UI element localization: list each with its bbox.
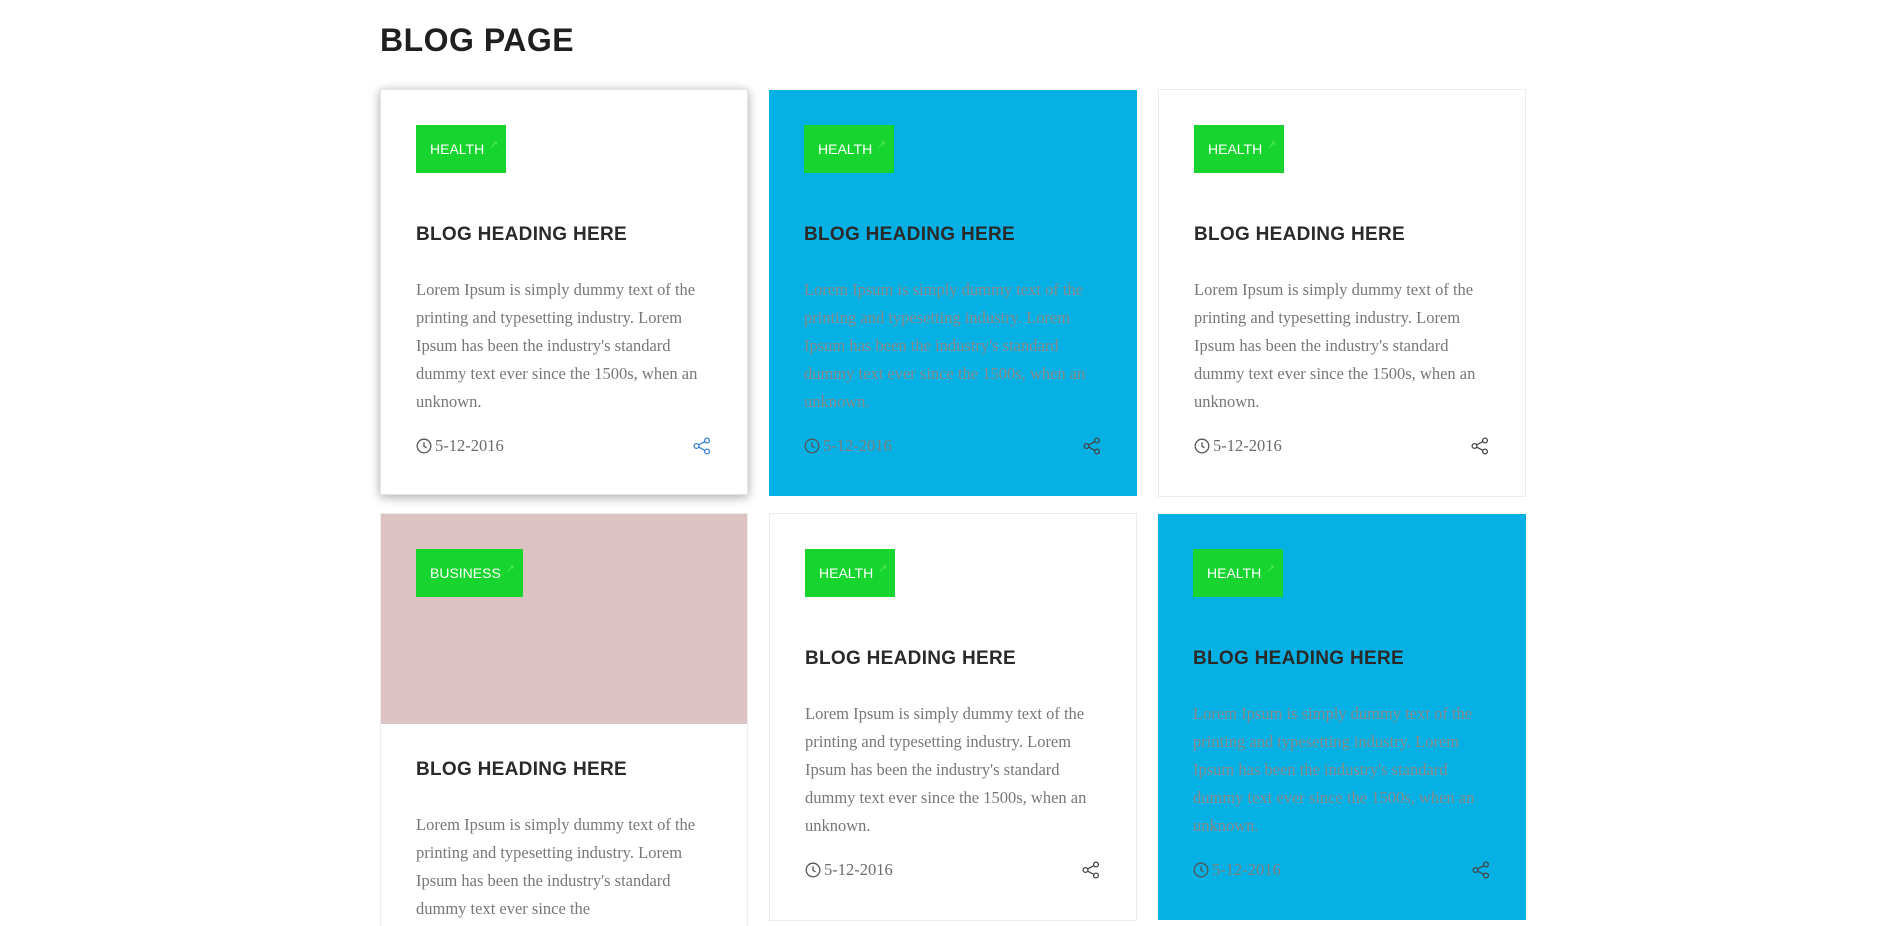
tag-label: HEALTH bbox=[1207, 565, 1262, 581]
card-excerpt: Lorem Ipsum is simply dummy text of the … bbox=[416, 280, 698, 411]
tag-arrow-icon: ↗ bbox=[1265, 563, 1276, 575]
blog-card[interactable]: BUSINESS ↗ BLOG HEADING HERE Lorem Ipsum … bbox=[380, 513, 748, 926]
clock-icon bbox=[1193, 862, 1209, 878]
post-date: 5-12-2016 bbox=[416, 434, 504, 458]
card-heading[interactable]: BLOG HEADING HERE bbox=[416, 759, 627, 781]
card-heading[interactable]: BLOG HEADING HERE bbox=[1194, 224, 1405, 246]
category-tag[interactable]: HEALTH ↗ bbox=[1193, 549, 1284, 597]
card-heading[interactable]: BLOG HEADING HERE bbox=[805, 648, 1016, 670]
tag-arrow-icon: ↗ bbox=[876, 139, 887, 151]
card-excerpt: Lorem Ipsum is simply dummy text of the … bbox=[804, 280, 1086, 411]
card-meta: 5-12-2016 bbox=[1194, 434, 1490, 458]
share-icon[interactable] bbox=[692, 436, 712, 456]
tag-label: HEALTH bbox=[1208, 141, 1263, 157]
card-excerpt: Lorem Ipsum is simply dummy text of the … bbox=[1194, 280, 1476, 411]
card-meta: 5-12-2016 bbox=[804, 434, 1102, 458]
blog-card[interactable]: HEALTH ↗ BLOG HEADING HERE Lorem Ipsum is… bbox=[1158, 514, 1526, 920]
card-heading[interactable]: BLOG HEADING HERE bbox=[804, 224, 1015, 246]
tag-arrow-icon: ↗ bbox=[488, 139, 499, 151]
tag-arrow-icon: ↗ bbox=[877, 563, 888, 575]
card-excerpt: Lorem Ipsum is simply dummy text of the … bbox=[1193, 704, 1475, 835]
share-icon[interactable] bbox=[1470, 436, 1490, 456]
category-tag[interactable]: HEALTH ↗ bbox=[1194, 125, 1285, 173]
category-tag[interactable]: HEALTH ↗ bbox=[805, 549, 896, 597]
tag-label: HEALTH bbox=[430, 141, 485, 157]
post-date: 5-12-2016 bbox=[1193, 858, 1281, 882]
clock-icon bbox=[804, 438, 820, 454]
page-title: BLOG PAGE bbox=[380, 22, 575, 58]
category-tag[interactable]: HEALTH ↗ bbox=[416, 125, 507, 173]
card-excerpt: Lorem Ipsum is simply dummy text of the … bbox=[805, 704, 1087, 835]
card-meta: 5-12-2016 bbox=[805, 858, 1101, 882]
blog-card[interactable]: HEALTH ↗ BLOG HEADING HERE Lorem Ipsum is… bbox=[769, 513, 1137, 921]
blog-card[interactable]: HEALTH ↗ BLOG HEADING HERE Lorem Ipsum is… bbox=[769, 90, 1137, 496]
card-meta: 5-12-2016 bbox=[416, 434, 712, 458]
share-icon[interactable] bbox=[1471, 860, 1491, 880]
post-date-text: 5-12-2016 bbox=[1212, 860, 1281, 879]
tag-label: HEALTH bbox=[819, 565, 874, 581]
blog-card[interactable]: HEALTH ↗ BLOG HEADING HERE Lorem Ipsum is… bbox=[380, 89, 748, 495]
share-icon[interactable] bbox=[1082, 436, 1102, 456]
blog-card[interactable]: HEALTH ↗ BLOG HEADING HERE Lorem Ipsum is… bbox=[1158, 89, 1526, 497]
post-date: 5-12-2016 bbox=[804, 434, 892, 458]
clock-icon bbox=[805, 862, 821, 878]
card-heading[interactable]: BLOG HEADING HERE bbox=[1193, 648, 1404, 670]
tag-label: BUSINESS bbox=[430, 565, 501, 581]
post-date-text: 5-12-2016 bbox=[823, 436, 892, 455]
card-excerpt: Lorem Ipsum is simply dummy text of the … bbox=[416, 815, 696, 918]
post-date-text: 5-12-2016 bbox=[1213, 436, 1282, 455]
share-icon[interactable] bbox=[1081, 860, 1101, 880]
category-tag[interactable]: BUSINESS ↗ bbox=[416, 549, 523, 597]
post-date-text: 5-12-2016 bbox=[824, 860, 893, 879]
post-date: 5-12-2016 bbox=[1194, 434, 1282, 458]
tag-label: HEALTH bbox=[818, 141, 873, 157]
clock-icon bbox=[1194, 438, 1210, 454]
clock-icon bbox=[416, 438, 432, 454]
card-image[interactable] bbox=[381, 514, 747, 724]
post-date: 5-12-2016 bbox=[805, 858, 893, 882]
card-meta: 5-12-2016 bbox=[1193, 858, 1491, 882]
tag-arrow-icon: ↗ bbox=[1266, 139, 1277, 151]
post-date-text: 5-12-2016 bbox=[435, 436, 504, 455]
tag-arrow-icon: ↗ bbox=[505, 563, 515, 575]
card-heading[interactable]: BLOG HEADING HERE bbox=[416, 224, 627, 246]
category-tag[interactable]: HEALTH ↗ bbox=[804, 125, 895, 173]
